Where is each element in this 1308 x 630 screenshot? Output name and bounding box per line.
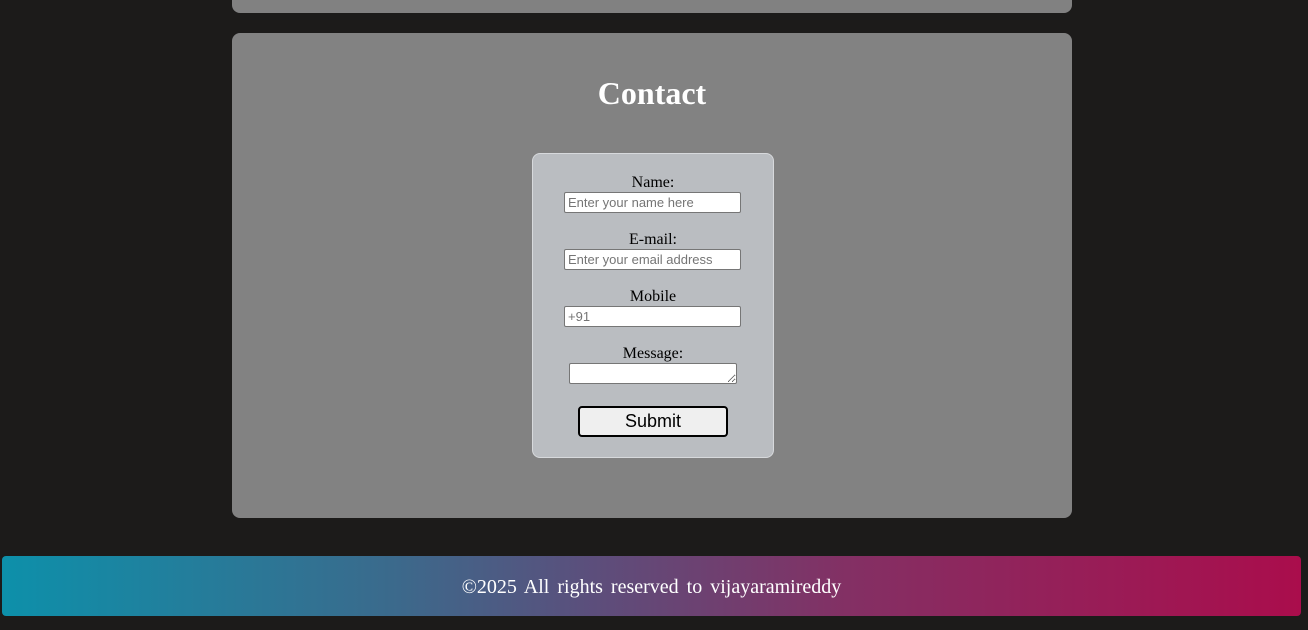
submit-button[interactable]: Submit (578, 406, 728, 437)
footer-copyright: ©2025 All rights reserved to vijayaramir… (461, 576, 842, 598)
email-input[interactable] (564, 249, 741, 270)
mobile-label: Mobile (629, 288, 677, 305)
email-label: E-mail: (629, 231, 677, 248)
footer: ©2025 All rights reserved to vijayaramir… (2, 556, 1301, 616)
mobile-input[interactable] (564, 306, 741, 327)
contact-section: Contact Name: E-mail: Mobile Message: Su… (232, 33, 1072, 518)
name-label: Name: (631, 174, 675, 191)
message-textarea[interactable] (569, 363, 737, 384)
contact-title: Contact (597, 75, 707, 111)
previous-section-card (232, 0, 1072, 13)
message-label: Message: (622, 345, 684, 362)
contact-form: Name: E-mail: Mobile Message: Submit (532, 153, 774, 458)
name-input[interactable] (564, 192, 741, 213)
